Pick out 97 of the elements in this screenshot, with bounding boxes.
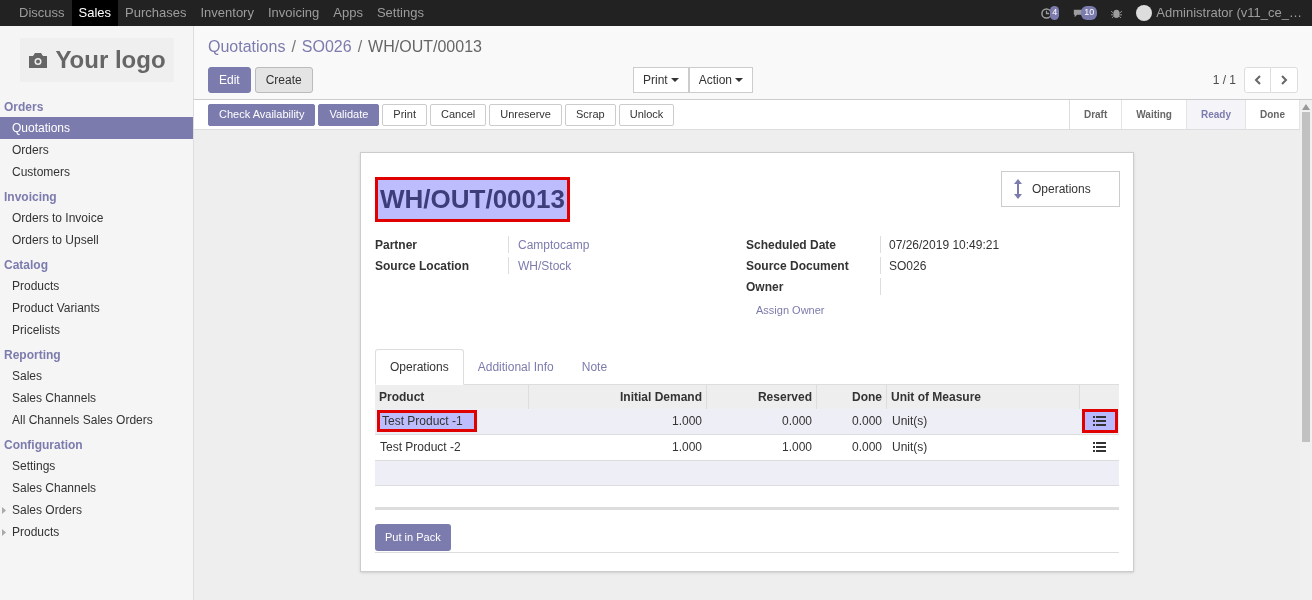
workflow-button[interactable]: Cancel [429,103,487,126]
logo-text: Your logo [55,44,166,75]
sidebar-section-title: Catalog [3,257,49,274]
workflow-button[interactable]: Validate [318,103,380,126]
field-link[interactable]: Camptocamp [509,235,590,254]
sidebar-item[interactable]: Sales Orders [0,499,193,521]
table-cell-text: 1.000 [670,439,703,456]
sidebar-item[interactable]: Settings [0,455,193,477]
sidebar-item[interactable]: Sales [0,365,193,387]
table-cell-text: 0.000 [780,413,813,430]
sidebar-item[interactable]: Orders [0,139,193,161]
control-button[interactable]: Edit [208,67,251,93]
column-header[interactable]: Initial Demand [529,384,707,409]
form-tab[interactable]: Operations [375,348,464,385]
table-cell-text: Unit(s) [891,413,929,430]
workflow-button[interactable]: Print [382,103,427,126]
pager-value: 1 / 1 [1212,72,1236,89]
field-label: Scheduled Date [746,236,881,253]
message-count: 10 [1081,6,1098,20]
sidebar-item[interactable]: Product Variants [0,297,193,319]
status-stage[interactable]: Waiting [1122,100,1187,129]
activity-count: 4 [1050,6,1060,20]
table-cell-text: Test Product -2 [379,439,462,456]
sidebar-section-title: Configuration [3,437,84,454]
scrollbar[interactable] [1300,100,1312,600]
sidebar-item[interactable]: Sales Channels [0,387,193,409]
field-label: Owner [746,278,881,295]
dropdown-menu-button[interactable]: Action [688,67,754,93]
bug-icon[interactable] [1111,7,1123,19]
table-cell-text: 1.000 [670,413,703,430]
menu-item[interactable]: Invoicing [260,0,327,26]
sidebar-item[interactable]: Pricelists [0,319,193,341]
chevron-left-icon [1254,75,1261,85]
column-header[interactable]: Product [375,384,529,409]
operations-button[interactable]: Operations [1001,171,1120,207]
field-label: Partner [375,236,509,253]
column-header[interactable]: Done [817,384,887,409]
workflow-button[interactable]: Unlock [618,103,675,126]
field-value: 07/26/2019 10:49:21 [888,236,1000,254]
menu-item[interactable]: Purchases [118,0,194,26]
workflow-button[interactable]: Unreserve [489,103,562,126]
list-icon[interactable] [1081,409,1118,433]
table-cell-text: Unit(s) [891,439,929,456]
menu-item[interactable]: Discuss [12,0,72,26]
breadcrumb-separator: / [291,37,296,57]
record-title: WH/OUT/00013 [375,177,570,222]
column-header[interactable]: Unit of Measure [887,384,1080,409]
vertical-arrows-icon [1014,179,1022,199]
column-header[interactable]: Reserved [707,384,817,409]
caret-icon [670,78,679,82]
avatar-icon[interactable] [1136,5,1153,21]
field-label: Source Document [746,257,881,274]
workflow-button[interactable]: Check Availability [208,103,316,126]
form-tab[interactable]: Note [567,348,622,385]
sidebar-item[interactable]: Products [0,521,193,543]
clock-icon[interactable] [1041,7,1053,19]
sidebar-item[interactable]: All Channels Sales Orders [0,409,193,431]
sidebar-item[interactable]: Products [0,275,193,297]
chat-icon[interactable] [1073,8,1084,18]
sidebar-item[interactable]: Sales Channels [0,477,193,499]
dropdown-menu-button[interactable]: Print [633,67,689,93]
sidebar-item[interactable]: Customers [0,161,193,183]
sidebar-section-title: Invoicing [3,189,58,206]
put-in-pack-button[interactable]: Put in Pack [375,523,451,551]
menu-item[interactable]: Inventory [193,0,261,26]
table-row[interactable]: Test Product -1 1.000 0.000 0.000 Unit(s) [375,408,1119,435]
camera-icon [27,50,50,69]
sidebar-section-title: Reporting [3,347,62,364]
breadcrumb-link[interactable]: SO026 [301,35,352,59]
workflow-button[interactable]: Scrap [564,103,616,126]
sidebar-item[interactable]: Quotations [0,117,193,139]
breadcrumb-current: WH/OUT/00013 [368,37,482,57]
caret-icon [2,507,6,514]
chevron-right-icon [1280,75,1288,85]
menu-item[interactable]: Settings [369,0,431,26]
table-cell-text: 0.000 [850,413,883,430]
status-stage[interactable]: Ready [1187,100,1246,129]
sidebar-section-title: Orders [3,99,45,116]
breadcrumb-link[interactable]: Quotations [208,35,286,59]
status-stage[interactable]: Draft [1069,100,1123,129]
sidebar-item[interactable]: Orders to Upsell [0,229,193,251]
caret-icon [735,78,744,82]
breadcrumb-separator: / [357,37,363,57]
form-tab[interactable]: Additional Info [463,348,568,385]
field-value: SO026 [888,257,927,275]
menu-item[interactable]: Apps [326,0,370,26]
table-cell: Test Product -1 [377,410,477,432]
field-link[interactable]: WH/Stock [509,256,572,275]
control-button[interactable]: Create [254,67,313,93]
table-cell-text: 1.000 [780,439,813,456]
sidebar-item[interactable]: Orders to Invoice [0,207,193,229]
table-cell-text: 0.000 [850,439,883,456]
caret-icon [2,529,6,536]
assign-owner-link[interactable]: Assign Owner [746,302,1000,319]
user-menu[interactable]: Administrator (v11_ce_… [1156,3,1302,23]
menu-item[interactable]: Sales [71,0,119,26]
field-label: Source Location [375,257,509,274]
